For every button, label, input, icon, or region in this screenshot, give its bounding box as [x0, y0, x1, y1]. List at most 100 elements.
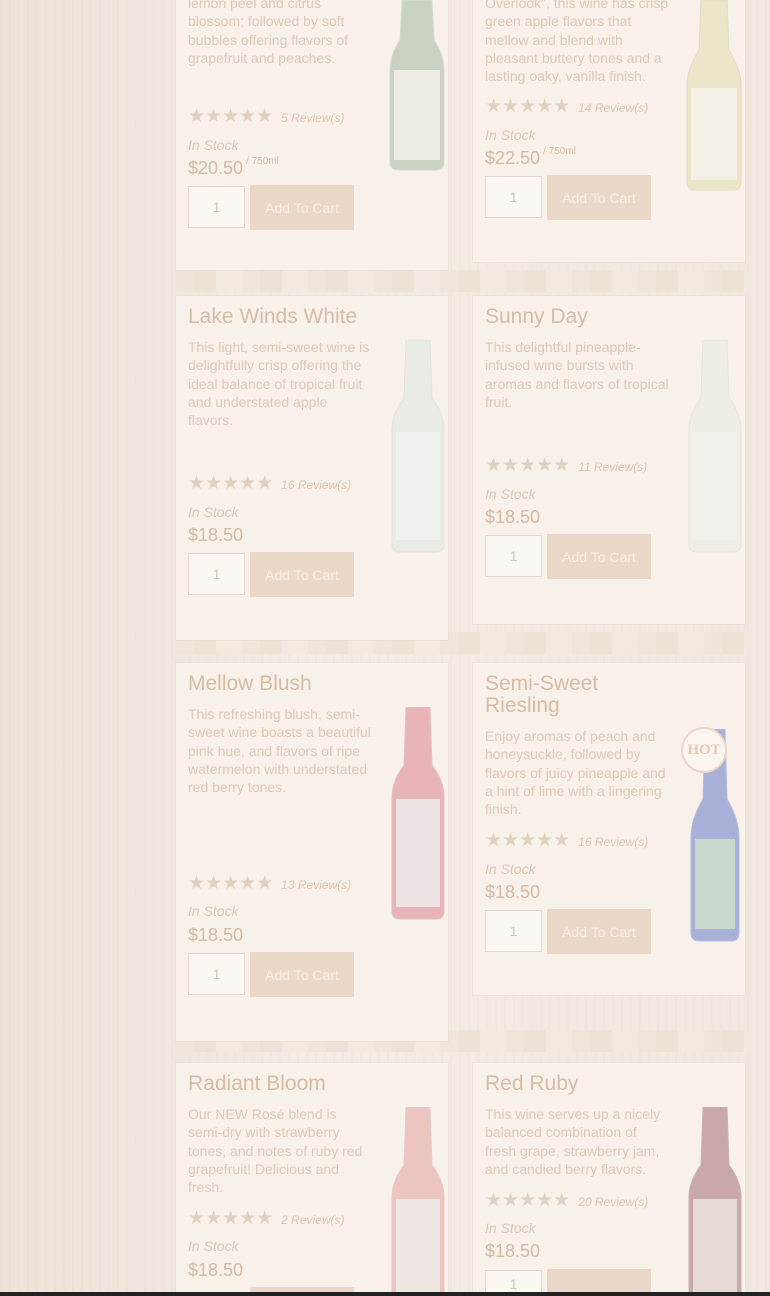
bottle-label — [691, 88, 737, 180]
price-value: $18.50 — [485, 1241, 541, 1261]
price-unit: / 750ml — [543, 146, 576, 157]
wine-bottle-image[interactable] — [687, 1107, 743, 1296]
price-value: $18.50 — [188, 925, 244, 945]
product-title[interactable]: Semi-Sweet Riesling — [485, 673, 665, 717]
reviews-link[interactable]: 11 Review(s) — [578, 460, 647, 474]
product-title[interactable]: Radiant Bloom — [188, 1073, 368, 1095]
quantity-input[interactable] — [188, 186, 245, 228]
product-description: lemon peel and citrus blossom; followed … — [188, 0, 349, 66]
add-to-cart-button[interactable]: Add To Cart — [250, 185, 354, 230]
stock-status: In Stock — [188, 504, 239, 520]
price-value: $18.50 — [485, 507, 541, 527]
reviews-link[interactable]: 14 Review(s) — [578, 101, 648, 115]
stock-status: In Stock — [188, 903, 239, 919]
stock-status: In Stock — [485, 486, 536, 502]
quantity-input[interactable] — [485, 910, 542, 952]
reviews-link[interactable]: 13 Review(s) — [281, 878, 351, 892]
star-rating-icon: ★★★★★ — [485, 829, 571, 851]
product-card: Sunny Day This delightful pineapple-infu… — [473, 296, 745, 624]
hot-badge-icon: HOT — [681, 727, 727, 773]
product-rating: ★★★★★ 13 Review(s) — [188, 872, 351, 894]
quantity-input[interactable] — [485, 535, 542, 577]
stock-status: In Stock — [188, 137, 239, 153]
product-title[interactable]: Mellow Blush — [188, 673, 368, 695]
add-to-cart-button[interactable]: Add To Cart — [547, 909, 651, 954]
add-to-cart-button[interactable]: Add To Cart — [547, 175, 651, 220]
reviews-link[interactable]: 16 Review(s) — [578, 835, 648, 849]
product-card: lemon peel and citrus blossom; followed … — [176, 0, 448, 270]
star-rating-icon: ★★★★★ — [188, 872, 274, 894]
product-title[interactable]: Red Ruby — [485, 1073, 665, 1095]
product-price: $18.50 — [188, 525, 243, 546]
price-value: $20.50 — [188, 158, 244, 178]
product-description: Enjoy aromas of peach and honeysuckle, f… — [485, 728, 666, 818]
product-title[interactable]: Lake Winds White — [188, 306, 368, 328]
product-price: $18.50 — [485, 507, 540, 528]
bottle-wrapper: HOT — [681, 727, 743, 943]
product-description: This light, semi-sweet wine is delightfu… — [188, 339, 370, 429]
product-description: This wine serves up a nicely balanced co… — [485, 1106, 661, 1177]
wine-bottle-image[interactable] — [687, 340, 743, 554]
product-description: This delightful pineapple-infused wine b… — [485, 339, 669, 410]
price-value: $18.50 — [485, 882, 541, 902]
wine-bottle-image[interactable] — [390, 340, 446, 554]
wine-bottle-image[interactable] — [390, 1107, 446, 1296]
stock-status: In Stock — [188, 1238, 239, 1254]
wine-bottle-image[interactable] — [683, 0, 745, 192]
add-to-cart-button[interactable]: Add To Cart — [250, 952, 354, 997]
add-to-cart-button[interactable]: Add To Cart — [547, 534, 651, 579]
stock-status: In Stock — [485, 1220, 536, 1236]
bottle-label — [396, 1199, 440, 1296]
product-card: Semi-Sweet Riesling Enjoy aromas of peac… — [473, 663, 745, 995]
quantity-input[interactable] — [485, 176, 542, 218]
product-price: $20.50/ 750ml — [188, 156, 279, 179]
bottle-label — [693, 432, 737, 540]
star-rating-icon: ★★★★★ — [485, 95, 571, 117]
product-rating: ★★★★★ 11 Review(s) — [485, 454, 647, 476]
quantity-input[interactable] — [188, 553, 245, 595]
product-rating: ★★★★★ 14 Review(s) — [485, 95, 648, 117]
bottle-label — [396, 799, 440, 907]
wine-bottle-image[interactable] — [390, 707, 446, 921]
product-price: $22.50/ 750ml — [485, 146, 576, 169]
add-to-cart-button[interactable]: Add To Cart — [250, 552, 354, 597]
product-price: $18.50 — [485, 882, 540, 903]
wine-bottle-image[interactable] — [386, 0, 448, 172]
product-card: Radiant Bloom Our NEW Rosé blend is semi… — [176, 1063, 448, 1296]
product-rating: ★★★★★ 16 Review(s) — [188, 472, 351, 494]
stock-status: In Stock — [485, 127, 536, 143]
bottle-label — [693, 1199, 737, 1296]
stock-status: In Stock — [485, 861, 536, 877]
bottle-label — [396, 432, 440, 540]
quantity-input[interactable] — [188, 953, 245, 995]
product-description: Overlook", this wine has crisp green app… — [485, 0, 669, 85]
product-rating: ★★★★★ 20 Review(s) — [485, 1189, 648, 1211]
product-title[interactable]: Sunny Day — [485, 306, 665, 328]
star-rating-icon: ★★★★★ — [188, 472, 274, 494]
product-price: $18.50 — [485, 1241, 540, 1262]
reviews-link[interactable]: 5 Review(s) — [281, 111, 344, 125]
bottle-label — [394, 70, 440, 160]
row-separator — [176, 270, 748, 292]
price-value: $18.50 — [188, 525, 244, 545]
product-rating: ★★★★★ 16 Review(s) — [485, 829, 648, 851]
product-card: Red Ruby This wine serves up a nicely ba… — [473, 1063, 745, 1296]
bottom-edge — [0, 1292, 770, 1296]
star-rating-icon: ★★★★★ — [188, 1207, 274, 1229]
product-description: This refreshing blush, semi-sweet wine b… — [188, 706, 371, 796]
reviews-link[interactable]: 16 Review(s) — [281, 478, 351, 492]
product-rating: ★★★★★ 5 Review(s) — [188, 106, 345, 127]
product-price: $18.50 — [188, 1260, 243, 1281]
product-rating: ★★★★★ 2 Review(s) — [188, 1207, 345, 1229]
reviews-link[interactable]: 20 Review(s) — [578, 1195, 648, 1209]
price-unit: / 750ml — [246, 156, 279, 167]
product-description: Our NEW Rosé blend is semi-dry with stra… — [188, 1106, 363, 1196]
star-rating-icon: ★★★★★ — [485, 1189, 571, 1211]
product-card: Mellow Blush This refreshing blush, semi… — [176, 663, 448, 1041]
price-value: $22.50 — [485, 148, 541, 168]
product-card: Overlook", this wine has crisp green app… — [473, 0, 745, 262]
product-price: $18.50 — [188, 925, 243, 946]
star-rating-icon: ★★★★★ — [485, 454, 571, 476]
reviews-link[interactable]: 2 Review(s) — [281, 1213, 344, 1227]
price-value: $18.50 — [188, 1260, 244, 1280]
